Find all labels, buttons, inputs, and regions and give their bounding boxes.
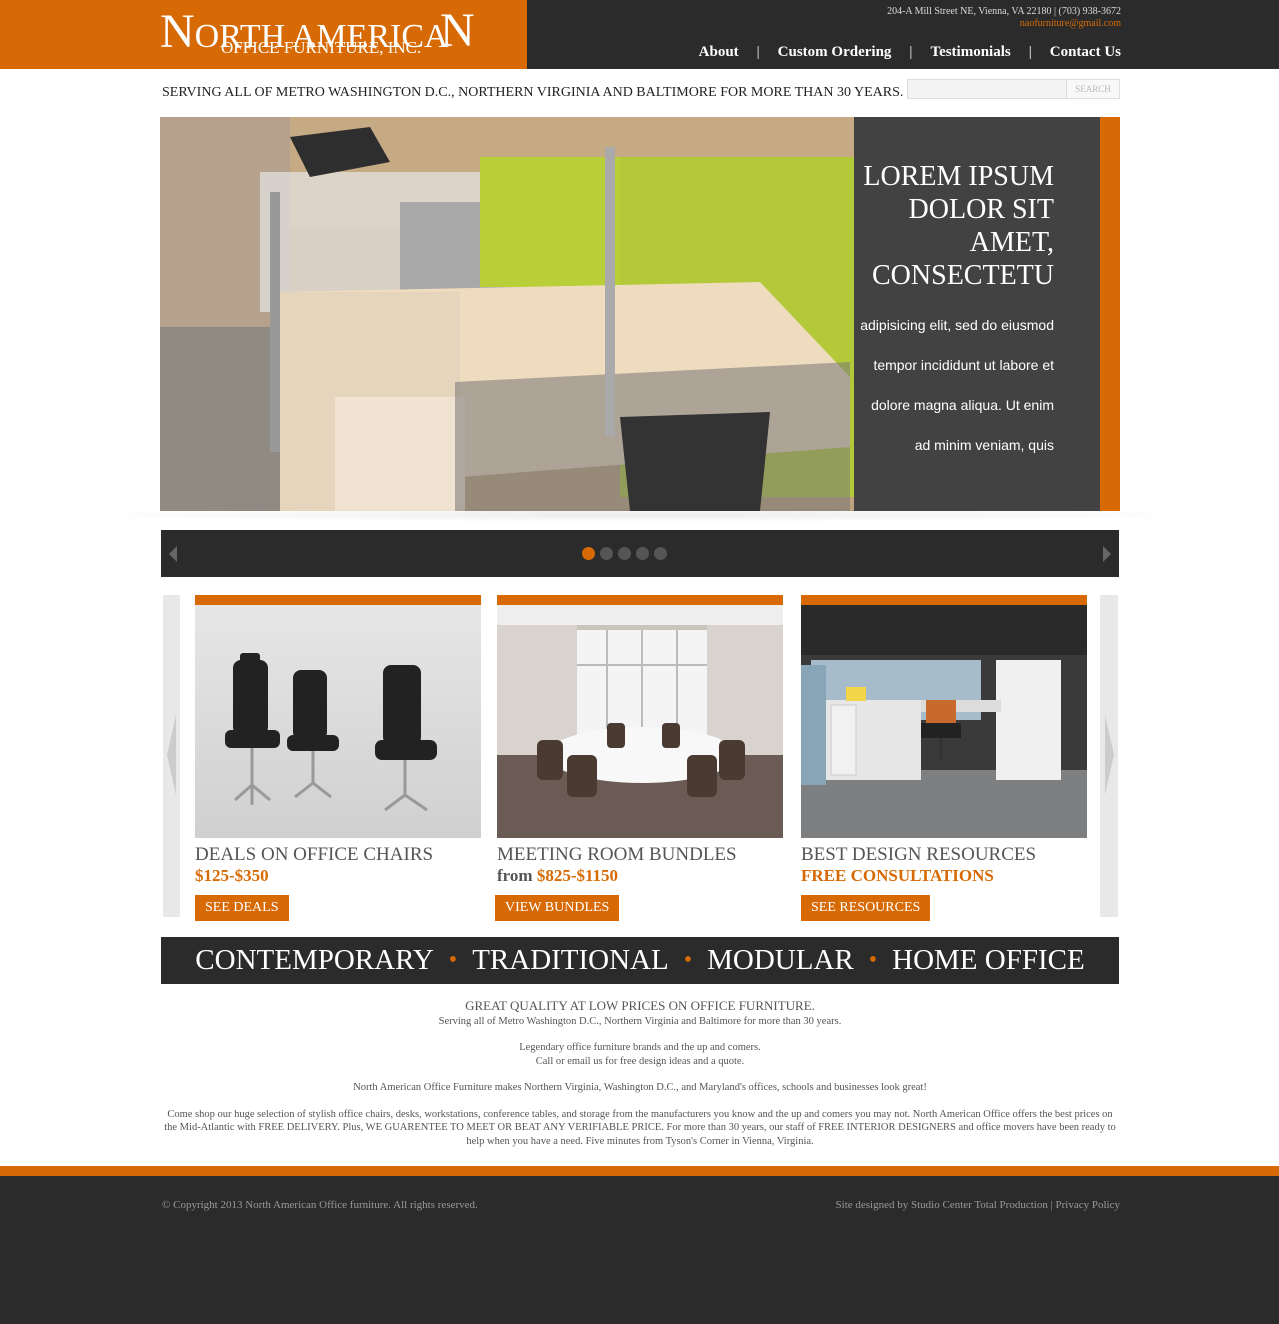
chairs-illustration (195, 605, 481, 838)
copy-line: Serving all of Metro Washington D.C., No… (438, 1015, 842, 1027)
bullet-separator: • (683, 947, 693, 973)
product-card-chairs: DEALS ON OFFICE CHAIRS $125-$350 SEE DEA… (195, 595, 481, 921)
view-bundles-button[interactable]: VIEW BUNDLES (495, 895, 620, 921)
slider-dot-4[interactable] (636, 547, 649, 560)
nav-separator: | (909, 44, 913, 60)
nav-separator: | (1028, 44, 1032, 60)
office-chairs-image[interactable] (195, 605, 481, 838)
product-card-design: BEST DESIGN RESOURCES FREE CONSULTATIONS… (801, 595, 1087, 921)
workstation-image[interactable] (801, 605, 1087, 838)
slider-next-arrow-icon[interactable] (1103, 546, 1111, 562)
privacy-policy-link[interactable]: Privacy Policy (1056, 1199, 1120, 1211)
copy-line: Call or email us for free design ideas a… (535, 1055, 745, 1067)
card-price: from $825-$1150 (497, 866, 619, 885)
search-input[interactable] (908, 80, 1066, 98)
logo-text-line2: OFFICE FURNITURE, INC. (221, 38, 422, 57)
footer-links: Site designed by Studio Center Total Pro… (836, 1199, 1120, 1211)
carousel-next-button[interactable] (1100, 595, 1118, 917)
see-deals-button[interactable]: SEE DEALS (195, 895, 289, 921)
hero-image-office-desk (160, 117, 854, 511)
see-resources-button[interactable]: SEE RESOURCES (801, 895, 931, 921)
style-categories-bar: CONTEMPORARY • TRADITIONAL • MODULAR • H… (161, 937, 1119, 984)
hero-shadow (60, 508, 1220, 522)
copy-line: Legendary office furniture brands and th… (519, 1042, 761, 1053)
hero-accent-stripe (1100, 117, 1120, 511)
copy-heading: GREAT QUALITY AT LOW PRICES ON OFFICE FU… (465, 998, 815, 1013)
card-accent-bar (497, 595, 783, 605)
search-button[interactable]: SEARCH (1066, 80, 1119, 98)
tagline: SERVING ALL OF METRO WASHINGTON D.C., NO… (162, 85, 904, 100)
card-title: MEETING ROOM BUNDLES (497, 844, 737, 865)
card-title: DEALS ON OFFICE CHAIRS (195, 844, 434, 865)
slider-controls (161, 530, 1119, 577)
copy-paragraph: Come shop our huge selection of stylish … (164, 1108, 1116, 1147)
nav-separator: | (756, 44, 760, 60)
slider-dots (582, 547, 667, 560)
style-traditional[interactable]: TRADITIONAL (472, 944, 669, 977)
slider-dot-5[interactable] (654, 547, 667, 560)
main-nav: About | Custom Ordering | Testimonials |… (699, 44, 1121, 61)
about-copy: GREAT QUALITY AT LOW PRICES ON OFFICE FU… (161, 999, 1119, 1161)
hero-illustration (160, 117, 854, 511)
hero-text: adipisicing elit, sed do eiusmod tempor … (824, 305, 1054, 465)
hero-text-line: dolore magna aliqua. Ut enim (871, 397, 1054, 413)
nav-about[interactable]: About (699, 44, 739, 61)
address-phone: 204-A Mill Street NE, Vienna, VA 22180 |… (887, 6, 1121, 17)
header-bar: NORTH AMERICA N OFFICE FURNITURE, INC. 2… (0, 0, 1279, 69)
email-link[interactable]: naofurniture@gmail.com (1020, 18, 1121, 29)
logo[interactable]: NORTH AMERICA N OFFICE FURNITURE, INC. (0, 0, 527, 69)
style-contemporary[interactable]: CONTEMPORARY (195, 944, 434, 977)
footer-accent-stripe (0, 1166, 1279, 1176)
slider-dot-2[interactable] (600, 547, 613, 560)
style-home-office[interactable]: HOME OFFICE (892, 944, 1085, 977)
card-accent-bar (801, 595, 1087, 605)
designer-credit-link[interactable]: Site designed by Studio Center Total Pro… (836, 1199, 1048, 1211)
bullet-separator: • (448, 947, 458, 973)
meeting-room-illustration (497, 605, 783, 838)
card-title: BEST DESIGN RESOURCES (801, 844, 1037, 865)
hero-caption-panel: LOREM IPSUM DOLOR SIT AMET, CONSECTETU a… (854, 117, 1100, 511)
copyright-text: © Copyright 2013 North American Office f… (162, 1199, 478, 1211)
hero-text-line: ad minim veniam, quis (914, 437, 1054, 453)
slider-dot-1[interactable] (582, 547, 595, 560)
bullet-separator: • (868, 947, 878, 973)
style-modular[interactable]: MODULAR (707, 944, 854, 977)
carousel-prev-button[interactable] (163, 595, 180, 917)
footer: © Copyright 2013 North American Office f… (0, 1176, 1279, 1324)
slider-prev-arrow-icon[interactable] (169, 546, 177, 562)
logo-text-final-n: N (440, 4, 475, 57)
product-card-meeting-room: MEETING ROOM BUNDLES from $825-$1150 VIE… (495, 595, 783, 921)
hero-text-line: adipisicing elit, sed do eiusmod (860, 317, 1054, 333)
hero-title: LOREM IPSUM DOLOR SIT AMET, CONSECTETU (863, 161, 1054, 291)
card-price: FREE CONSULTATIONS (801, 866, 994, 885)
card-price: $125-$350 (195, 866, 269, 885)
chevron-left-icon (167, 715, 176, 795)
nav-custom-ordering[interactable]: Custom Ordering (778, 44, 892, 61)
nav-contact-us[interactable]: Contact Us (1050, 44, 1121, 61)
nav-testimonials[interactable]: Testimonials (930, 44, 1010, 61)
hero-banner: LOREM IPSUM DOLOR SIT AMET, CONSECTETU a… (160, 117, 1120, 511)
slider-dot-3[interactable] (618, 547, 631, 560)
workstation-illustration (801, 605, 1087, 838)
card-accent-bar (195, 595, 481, 605)
copy-line: North American Office Furniture makes No… (353, 1082, 927, 1093)
meeting-room-image[interactable] (497, 605, 783, 838)
chevron-right-icon (1105, 715, 1114, 795)
hero-text-line: tempor incididunt ut labore et (873, 357, 1054, 373)
search-box: SEARCH (907, 79, 1120, 99)
footer-separator: | (1047, 1199, 1056, 1211)
